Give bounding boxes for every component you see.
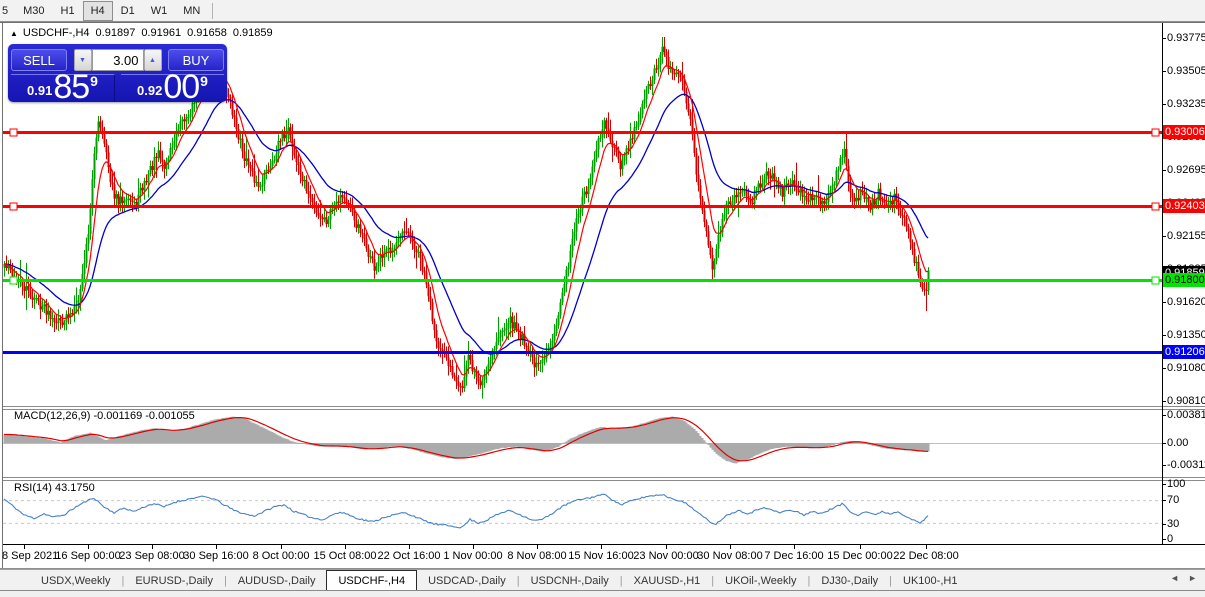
time-axis-label: 30 Nov 08:00 — [697, 550, 762, 562]
chart-tab[interactable]: EURUSD-,Daily — [124, 571, 224, 590]
tabs-scroll-left-button[interactable]: ◄ — [1170, 573, 1179, 583]
timeframe-button-W1[interactable]: W1 — [143, 2, 176, 20]
chart-tab[interactable]: DJ30-,Daily — [810, 571, 889, 590]
time-axis-label: 30 Sep 16:00 — [183, 550, 248, 562]
price-axis-label: 0.93775 — [1167, 31, 1205, 45]
chart-tab[interactable]: UKOil-,Weekly — [714, 571, 807, 590]
chart-tab[interactable]: AUDUSD-,Daily — [227, 571, 327, 590]
ohlc-low: 0.91658 — [187, 27, 227, 39]
macd-axis-label: -0.00311 — [1167, 458, 1205, 472]
price-axis-label: 0.93505 — [1167, 64, 1205, 78]
one-click-trade-panel: SELL ▼ ▲ BUY 0.91 85 9 0.92 00 9 — [8, 44, 227, 102]
sell-price-sup: 9 — [90, 73, 98, 89]
price-axis-label: 0.91080 — [1167, 361, 1205, 375]
buy-price-sup: 9 — [200, 73, 208, 89]
time-axis-label: 22 Oct 16:00 — [378, 550, 441, 562]
time-axis-label: 8 Nov 08:00 — [507, 550, 566, 562]
price-level-label: 0.91800 — [1163, 273, 1205, 287]
chart-tab[interactable]: USDCAD-,Daily — [417, 571, 517, 590]
time-axis-label: 7 Dec 16:00 — [764, 550, 823, 562]
chart-tab[interactable]: XAUUSD-,H1 — [623, 571, 712, 590]
status-strip — [0, 590, 1205, 597]
price-level-label: 0.92403 — [1163, 199, 1205, 213]
toolbar-separator — [212, 3, 213, 19]
time-axis-label: 15 Nov 16:00 — [568, 550, 633, 562]
rsi-label: RSI(14) 43.1750 — [14, 482, 95, 494]
price-axis-label: 0.91620 — [1167, 295, 1205, 309]
time-axis-label: 15 Oct 08:00 — [314, 550, 377, 562]
trading-platform-window: 5M30H1H4D1W1MN ▲ USDCHF-,H4 0.91897 0.91… — [0, 0, 1205, 597]
buy-price-small: 0.92 — [137, 83, 162, 98]
volume-increase-button[interactable]: ▲ — [144, 49, 162, 71]
one-click-panel-toggle-icon[interactable]: ▲ — [10, 29, 18, 38]
ohlc-close: 0.91859 — [233, 27, 273, 39]
price-level-label: 0.91206 — [1163, 345, 1205, 359]
time-axis-label: 1 Nov 00:00 — [443, 550, 502, 562]
chart-tab[interactable]: USDCNH-,Daily — [520, 571, 620, 590]
tabs-scroll-right-button[interactable]: ► — [1188, 573, 1197, 583]
price-axis-label: 0.92695 — [1167, 163, 1205, 177]
timeframe-button-5[interactable]: 5 — [0, 2, 15, 20]
chart-tab[interactable]: UK100-,H1 — [892, 571, 968, 590]
rsi-axis-label: 70 — [1167, 493, 1179, 507]
price-axis-label: 0.90810 — [1167, 394, 1205, 408]
rsi-axis-label: 30 — [1167, 517, 1179, 531]
time-axis-label: 23 Nov 00:00 — [633, 550, 698, 562]
timeframe-button-MN[interactable]: MN — [175, 2, 208, 20]
chart-tab-bar: USDX,Weekly|EURUSD-,Daily|AUDUSD-,DailyU… — [0, 569, 1205, 590]
time-axis-label: 22 Dec 08:00 — [893, 550, 958, 562]
time-axis-label: 8 Oct 00:00 — [253, 550, 310, 562]
ohlc-high: 0.91961 — [141, 27, 181, 39]
time-axis-label: 23 Sep 08:00 — [119, 550, 184, 562]
timeframe-button-H1[interactable]: H1 — [53, 2, 83, 20]
sell-price-small: 0.91 — [27, 83, 52, 98]
price-axis-label: 0.93235 — [1167, 97, 1205, 111]
macd-label: MACD(12,26,9) -0.001169 -0.001055 — [14, 410, 195, 422]
macd-axis-label: 0.003811 — [1167, 408, 1205, 422]
tab-scroll-arrows: ◄ ► — [1170, 573, 1197, 583]
ohlc-open: 0.91897 — [96, 27, 136, 39]
chart-tab[interactable]: USDCHF-,H4 — [326, 570, 417, 590]
buy-price[interactable]: 0.92 00 9 — [121, 74, 224, 102]
buy-price-big: 00 — [163, 74, 199, 101]
macd-axis-label: 0.00 — [1167, 436, 1188, 450]
rsi-axis-label: 0 — [1167, 532, 1173, 546]
time-axis-label: 8 Sep 2021 — [2, 550, 58, 562]
chart-tab[interactable]: USDX,Weekly — [30, 571, 121, 590]
sell-price-big: 85 — [53, 74, 89, 101]
price-axis-label: 0.92155 — [1167, 229, 1205, 243]
time-axis-label: 16 Sep 00:00 — [55, 550, 120, 562]
timeframe-toolbar: 5M30H1H4D1W1MN — [0, 0, 1205, 22]
rsi-axis-label: 100 — [1167, 477, 1185, 491]
time-axis-label: 15 Dec 00:00 — [827, 550, 892, 562]
timeframe-button-H4[interactable]: H4 — [83, 1, 113, 21]
chart-title: ▲ USDCHF-,H4 0.91897 0.91961 0.91658 0.9… — [10, 27, 279, 39]
volume-input[interactable] — [92, 49, 144, 71]
symbol-title: USDCHF-,H4 — [23, 27, 90, 39]
timeframe-button-D1[interactable]: D1 — [113, 2, 143, 20]
price-level-label: 0.93006 — [1163, 125, 1205, 139]
sell-price[interactable]: 0.91 85 9 — [11, 74, 115, 102]
price-axis-label: 0.91350 — [1167, 328, 1205, 342]
timeframe-button-M30[interactable]: M30 — [15, 2, 52, 20]
